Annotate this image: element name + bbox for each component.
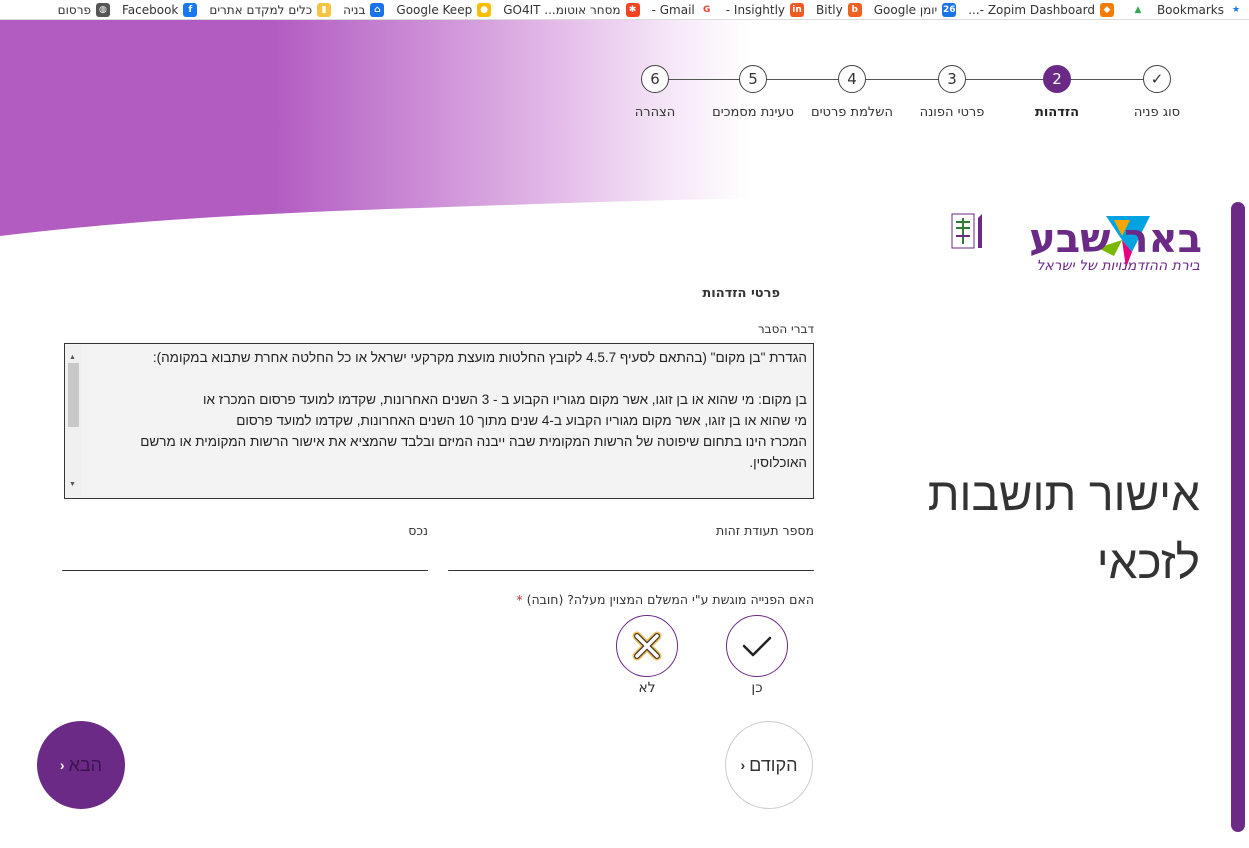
required-mark: * (516, 592, 523, 607)
step-3-label: פרטי הפונה (919, 105, 985, 120)
id-number-input[interactable] (448, 570, 814, 571)
bookmark-label: בניה (343, 2, 366, 17)
step-2-label: הזדהות (1034, 105, 1080, 120)
page-title-line-1: אישור תושבות (927, 468, 1200, 520)
step-4-circle: 4 (838, 65, 866, 93)
previous-button-label: הקודם (749, 754, 798, 775)
explanation-line: מי שהוא או בן זוגו, אשר מקום מגוריו הקבו… (236, 413, 807, 428)
yes-label: כן (751, 680, 763, 696)
scroll-thumb[interactable] (68, 363, 79, 427)
bookmark-label: פרסום (57, 2, 91, 17)
step-6[interactable]: 6 הצהרה (600, 46, 710, 120)
step-2-circle: 2 (1043, 65, 1071, 93)
bookmark-item[interactable]: b Bitly (810, 2, 868, 17)
bookmark-item[interactable]: ▲ (1120, 3, 1151, 17)
bookmark-label: Google Keep (396, 2, 473, 17)
step-1[interactable]: ✓ סוג פניה (1102, 46, 1212, 120)
logo-tagline: בירת ההזדמנויות של ישראל (1036, 258, 1200, 274)
step-4[interactable]: 4 השלמת פרטים (797, 46, 907, 120)
section-title: פרטי הזדהות (702, 286, 780, 301)
previous-button[interactable]: הקודם ‹ (725, 721, 813, 809)
bookmark-label: Bitly (816, 2, 843, 17)
bookmark-label: Insightly - (725, 2, 785, 17)
explanation-line: האוכלוסין. (749, 455, 807, 470)
chevron-left-icon: ‹ (740, 757, 746, 773)
explanation-label: דברי הסבר (757, 322, 814, 336)
check-icon (742, 636, 772, 657)
joomla-icon: ✱ (625, 2, 640, 17)
progress-stepper: ✓ סוג פניה 2 הזדהות 3 פרטי הפונה 4 השלמת… (612, 46, 1192, 136)
id-number-label: מספר תעודת זהות (715, 523, 814, 538)
bookmark-item[interactable]: f Facebook (116, 2, 203, 17)
bookmark-item[interactable]: 26 יומן Google (868, 2, 963, 17)
bookmark-item[interactable]: ⌂ בניה (337, 2, 390, 17)
bookmark-item[interactable]: ● Google Keep (390, 2, 497, 17)
asset-label-text: נכס (408, 523, 428, 538)
logo-name: באר שבע (1029, 216, 1202, 262)
step-2[interactable]: 2 הזדהות (1002, 46, 1112, 120)
drive-icon: ▲ (1134, 4, 1142, 15)
bookmark-item[interactable]: in Insightly - (720, 2, 810, 17)
bookmark-item[interactable]: ✱ מסחר אוטומ... GO4IT (497, 2, 645, 17)
step-5[interactable]: 5 טעינת מסמכים (698, 46, 808, 120)
next-button[interactable]: הבא ‹ (37, 721, 125, 809)
globe-icon: ◍ (95, 2, 110, 17)
yes-option[interactable] (726, 615, 788, 677)
bookmark-label: כלים למקדם אתרים (209, 2, 313, 17)
step-1-circle: ✓ (1143, 65, 1171, 93)
logo-graphic: באר שבע בירת ההזדמנויות של ישראל (951, 213, 1202, 274)
no-option[interactable] (616, 615, 678, 677)
bookmarks-bar: ★ Bookmarks ▲ ◆ Zopim Dashboard -... 26 יומן G… (0, 0, 1249, 20)
identification-form: פרטי הזדהות דברי הסבר ▲ ▼ הגדרת "בן מקום… (60, 280, 816, 720)
bookmark-label: Gmail - (651, 2, 695, 17)
no-label: לא (638, 680, 656, 696)
scroll-down-arrow-icon[interactable]: ▼ (69, 474, 76, 495)
payer-question: האם הפנייה מוגשת ע"י המשלם המצוין מעלה? … (516, 592, 814, 607)
bookmark-label: Bookmarks (1156, 2, 1224, 17)
step-3[interactable]: 3 פרטי הפונה (897, 46, 1007, 120)
explanation-textarea[interactable]: ▲ ▼ הגדרת "בן מקום" (בהתאם לסעיף 4.5.7 ל… (64, 343, 814, 499)
folder-icon: ▮ (317, 2, 332, 17)
bookmark-label: יומן Google (873, 2, 938, 17)
facebook-icon: f (183, 2, 198, 17)
bookmark-label: מסחר אוטומ... GO4IT (503, 2, 621, 17)
zopim-icon: ◆ (1099, 2, 1114, 17)
textarea-scrollbar[interactable]: ▲ ▼ (66, 345, 81, 497)
bookmark-label: Zopim Dashboard -... (968, 2, 1095, 17)
asset-label: נכס (408, 523, 428, 538)
explanation-line: הגדרת "בן מקום" (בהתאם לסעיף 4.5.7 לקובץ… (152, 350, 807, 365)
calendar-icon: 26 (942, 2, 957, 17)
keep-icon: ● (477, 2, 492, 17)
page-title: אישור תושבות לזכאי (880, 460, 1200, 596)
page-title-line-2: לזכאי (1096, 536, 1200, 588)
explanation-line: בן מקום: מי שהוא או בן זוגו, אשר מקום מג… (202, 392, 807, 407)
step-5-circle: 5 (739, 65, 767, 93)
insightly-icon: in (790, 2, 804, 17)
google-icon: G (703, 4, 711, 15)
step-5-label: טעינת מסמכים (712, 105, 794, 120)
asset-input[interactable] (62, 570, 428, 571)
payer-question-text: האם הפנייה מוגשת ע"י המשלם המצוין מעלה? … (526, 592, 814, 607)
chevron-left-icon: ‹ (59, 757, 65, 773)
step-1-label: סוג פניה (1133, 105, 1181, 120)
bookmark-item[interactable]: ★ Bookmarks (1151, 3, 1249, 17)
step-6-label: הצהרה (634, 105, 676, 120)
bookmark-item[interactable]: ◆ Zopim Dashboard -... (962, 2, 1120, 17)
bookmark-item[interactable]: ▮ כלים למקדם אתרים (203, 2, 337, 17)
bookmark-label: Facebook (121, 2, 179, 17)
close-icon (632, 631, 662, 661)
bookmark-item[interactable]: G Gmail - (646, 3, 720, 17)
step-3-circle: 3 (938, 65, 966, 93)
star-icon: ★ (1231, 4, 1241, 15)
beer-sheva-logo: באר שבע בירת ההזדמנויות של ישראל (946, 210, 1204, 276)
next-button-label: הבא (68, 754, 103, 775)
home-icon: ⌂ (370, 2, 385, 17)
side-accent-bar (1231, 202, 1245, 832)
explanation-line: המכרז הינו בתחום שיפוטה של הרשות המקומית… (140, 434, 807, 449)
explanation-line (89, 368, 807, 389)
bitly-icon: b (847, 2, 862, 17)
bookmark-item[interactable]: ◍ פרסום (52, 2, 116, 17)
step-4-label: השלמת פרטים (810, 105, 894, 120)
step-6-circle: 6 (641, 65, 669, 93)
